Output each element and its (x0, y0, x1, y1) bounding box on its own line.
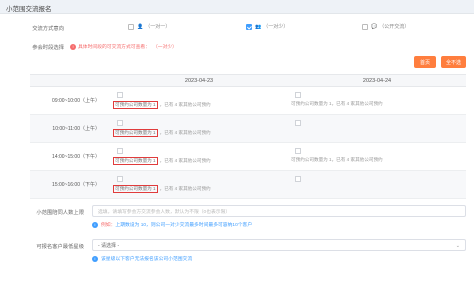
one-to-one-checkbox[interactable] (128, 23, 134, 30)
slot-availability: 可预约公司数量为 1，已有 4 家其他公司预约 (291, 101, 383, 107)
participants-label: 小范围陪同人数上限 (36, 210, 84, 216)
slot-cell[interactable] (288, 114, 466, 143)
chat-icon: 💬 (371, 23, 378, 30)
time-header (30, 74, 110, 87)
schedule-table: 2023-04-23 2023-04-24 09:00~10:00（上午） 可预… (30, 74, 466, 199)
time-slot: 14:00~15:00（下午） (30, 142, 110, 171)
participants-note-text: 上期数设为 10，则公司一对少交流最多时间最多可容纳10个客户 (115, 223, 253, 228)
exchange-method-label: 交流方式意向 (32, 26, 64, 32)
available-count: 可预约公司数量为 1 (113, 185, 158, 193)
user-icon: 👤 (137, 23, 144, 30)
page-title: 小范围交流报名 (6, 6, 52, 13)
session-hint-text: 具体时间段的可交流方式可查看： (78, 45, 150, 50)
info-icon: i (92, 221, 98, 228)
one-to-few-label: （一对少） (263, 24, 289, 30)
slot-cell[interactable]: 可预约公司数量为 1，已有 4 家其他公司预约 (288, 86, 466, 115)
table-row: 10:00~11:00（上午） 可预约公司数量为 1 ，已有 4 家其他公司预约 (30, 114, 466, 143)
table-row: 15:00~16:00（下午） 可预约公司数量为 1 ，已有 4 家其他公司预约 (30, 170, 466, 199)
customer-level-note-text: 该星级以下客户无法报名该公司小范围交流 (101, 257, 193, 262)
slot-cell[interactable]: 可预约公司数量为 1，已有 4 家其他公司预约 (110, 86, 288, 115)
slot-checkbox[interactable] (117, 120, 123, 126)
time-slot: 10:00~11:00（上午） (30, 114, 110, 143)
time-slot: 15:00~16:00（下午） (30, 170, 110, 199)
slot-checkbox[interactable] (295, 92, 301, 98)
slot-cell[interactable]: 可预约公司数量为 1，已有 4 家其他公司预约 (110, 142, 288, 171)
slot-checkbox[interactable] (117, 92, 123, 98)
slot-checkbox[interactable] (295, 176, 301, 182)
booked-count: ，已有 4 家其他公司预约 (159, 158, 211, 163)
slot-checkbox[interactable] (295, 148, 301, 154)
users-icon: 👥 (255, 23, 262, 30)
warning-icon: ! (70, 43, 76, 50)
slot-checkbox[interactable] (295, 120, 301, 126)
public-checkbox[interactable] (362, 23, 368, 30)
slot-availability: 可预约公司数量为 1，已有 4 家其他公司预约 (113, 101, 211, 109)
slot-availability: 可预约公司数量为 1，已有 4 家其他公司预约 (113, 129, 211, 137)
slot-availability: 可预约公司数量为 1，已有 4 家其他公司预约 (291, 157, 383, 163)
participants-input[interactable]: 选填，请填写参会方交流参会人数，默认为不限（0也表示限） (92, 205, 466, 217)
table-row: 14:00~15:00（下午） 可预约公司数量为 1 ，已有 4 家其他公司预约 … (30, 142, 466, 171)
date-header-2: 2023-04-24 (288, 74, 466, 87)
customer-level-label: 可报名客户最低星级 (36, 244, 84, 250)
session-hint-mode: （一对少） (152, 45, 177, 50)
time-slot: 09:00~10:00（上午） (30, 86, 110, 115)
booked-count: ，已有 4 家其他公司预约 (159, 102, 211, 107)
slot-cell[interactable]: 可预约公司数量为 1，已有 4 家其他公司预约 (110, 114, 288, 143)
table-row: 09:00~10:00（上午） 可预约公司数量为 1 ，已有 4 家其他公司预约 … (30, 86, 466, 115)
available-count: 可预约公司数量为 1 (113, 101, 158, 109)
participants-note-prefix: 例如： (101, 223, 116, 228)
session-label: 参会时段选择 (32, 45, 64, 51)
customer-level-value: - 请选择 - (98, 242, 120, 249)
slot-availability: 可预约公司数量为 1，已有 4 家其他公司预约 (113, 157, 211, 165)
session-hint: ! 具体时间段的可交流方式可查看： （一对少） (70, 43, 177, 50)
home-button[interactable]: 首页 (414, 56, 436, 68)
option-public[interactable]: 💬 （公开交流） (362, 23, 409, 30)
one-to-few-checkbox[interactable] (246, 23, 252, 30)
option-one-to-few[interactable]: 👥 （一对少） (246, 23, 288, 30)
info-icon: i (92, 255, 98, 262)
customer-level-note: i 该星级以下客户无法报名该公司小范围交流 (92, 255, 192, 262)
slot-availability: 可预约公司数量为 1，已有 4 家其他公司预约 (113, 185, 211, 193)
chevron-down-icon: ⌄ (455, 243, 460, 249)
availability-text: 可预约公司数量为 1，已有 4 家其他公司预约 (291, 157, 383, 162)
booked-count: ，已有 4 家其他公司预约 (159, 186, 211, 191)
available-count: 可预约公司数量为 1 (113, 129, 158, 137)
slot-cell[interactable]: 可预约公司数量为 1，已有 4 家其他公司预约 (110, 170, 288, 199)
customer-level-select[interactable]: - 请选择 - ⌄ (92, 239, 466, 251)
slot-checkbox[interactable] (117, 176, 123, 182)
one-to-one-label: （一对一） (145, 24, 171, 30)
date-header-1: 2023-04-23 (110, 74, 288, 87)
participants-note: i 例如： 上期数设为 10，则公司一对少交流最多时间最多可容纳10个客户 (92, 221, 252, 228)
slot-cell[interactable]: 可预约公司数量为 1，已有 4 家其他公司预约 (288, 142, 466, 171)
booked-count: ，已有 4 家其他公司预约 (159, 130, 211, 135)
title-bar: 小范围交流报名 (0, 0, 474, 14)
slot-cell[interactable] (288, 170, 466, 199)
public-label: （公开交流） (379, 24, 410, 30)
select-none-button[interactable]: 全不选 (441, 56, 466, 68)
availability-text: 可预约公司数量为 1，已有 4 家其他公司预约 (291, 101, 383, 106)
option-one-to-one[interactable]: 👤 （一对一） (128, 23, 170, 30)
available-count: 可预约公司数量为 1 (113, 157, 158, 165)
slot-checkbox[interactable] (117, 148, 123, 154)
